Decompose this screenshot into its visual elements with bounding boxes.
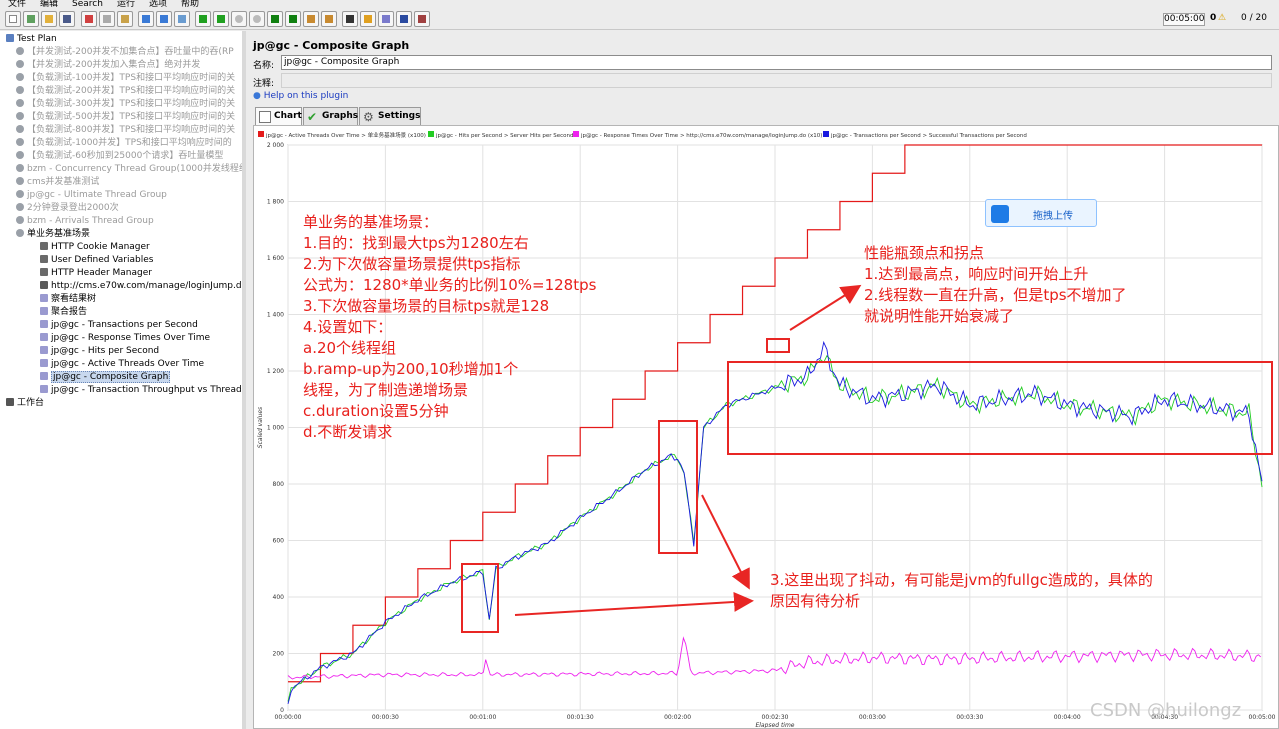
jitter-arrow-1 — [514, 591, 754, 616]
annotation-line: 1.目的：找到最大tps为1280左右 — [303, 234, 529, 252]
annotation-line: c.duration设置5分钟 — [303, 402, 449, 420]
jmeter-window: 文件 编辑 Search 运行 选项 帮助 00:05:00 0 ⚠ 0 / 20 Tes… — [0, 0, 1279, 729]
annotation-line: 2.线程数一直在升高，但是tps不增加了 — [864, 286, 1127, 304]
annotation-line: 线程，为了制造递增场景 — [303, 381, 469, 399]
annotation-jitter: 3.这里出现了抖动，有可能是jvm的fullgc造成的，具体的 原因有待分析 — [770, 570, 1153, 612]
annotation-line: 单业务的基准场景： — [303, 213, 439, 231]
annotation-line: 公式为：1280*单业务的比例10%=128tps — [303, 276, 597, 294]
annotation-line: 性能瓶颈点和拐点 — [864, 244, 985, 262]
peak-arrow — [789, 284, 862, 331]
jitter-arrow-2 — [701, 494, 750, 590]
annotation-line: 就说明性能开始衰减了 — [864, 307, 1015, 325]
annotation-line: d.不断发请求 — [303, 423, 393, 441]
annotation-line: 原因有待分析 — [770, 592, 861, 610]
annotation-line: 2.为下次做容量场景提供tps指标 — [303, 255, 521, 273]
watermark: CSDN @huilongz — [1090, 700, 1242, 721]
annotation-line: a.20个线程组 — [303, 339, 397, 357]
annotation-line: 4.设置如下： — [303, 318, 393, 336]
annotation-arrows — [514, 284, 862, 616]
annotation-baseline: 单业务的基准场景： 1.目的：找到最大tps为1280左右 2.为下次做容量场景提供… — [303, 212, 596, 443]
annotation-line: 3.下次做容量场景的目标tps就是128 — [303, 297, 550, 315]
annotation-line: 3.这里出现了抖动，有可能是jvm的fullgc造成的，具体的 — [770, 571, 1153, 589]
annotation-line: 1.达到最高点，响应时间开始上升 — [864, 265, 1089, 283]
annotation-line: b.ramp-up为200,10秒增加1个 — [303, 360, 519, 378]
annotation-bottleneck: 性能瓶颈点和拐点 1.达到最高点，响应时间开始上升 2.线程数一直在升高，但是tps… — [864, 243, 1127, 327]
